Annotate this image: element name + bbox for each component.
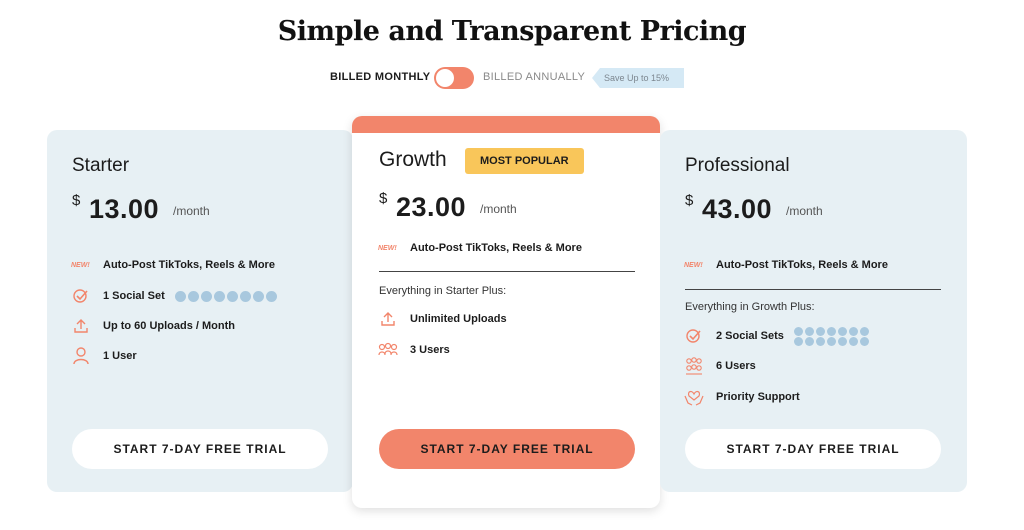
- featured-band: [352, 116, 660, 133]
- feature-autopost: NEW! Auto-Post TikToks, Reels & More: [684, 256, 888, 274]
- starter-plan-card: Starter $ 13.00 /month NEW! Auto-Post Ti…: [47, 130, 353, 492]
- professional-plan-card: Professional $ 43.00 /month NEW! Auto-Po…: [660, 130, 967, 492]
- billed-annually-label[interactable]: BILLED ANNUALLY: [483, 71, 585, 83]
- social-network-icon: [848, 326, 858, 336]
- users-group-icon: [684, 357, 704, 375]
- start-trial-button[interactable]: START 7-DAY FREE TRIAL: [685, 429, 941, 469]
- feature-label: Up to 60 Uploads / Month: [103, 320, 235, 332]
- save-badge: Save Up to 15%: [592, 68, 684, 88]
- upload-icon: [71, 317, 91, 335]
- social-network-icon: [793, 326, 803, 336]
- plan-name: Growth: [379, 148, 447, 171]
- social-network-icon: [815, 326, 825, 336]
- new-tag: NEW!: [378, 244, 397, 252]
- feature-label: Auto-Post TikToks, Reels & More: [410, 242, 582, 254]
- currency-symbol: $: [379, 190, 388, 207]
- feature-label: 1 Social Set: [103, 290, 165, 302]
- check-icon: [71, 287, 91, 305]
- feature-uploads: Unlimited Uploads: [378, 310, 507, 328]
- start-trial-button[interactable]: START 7-DAY FREE TRIAL: [72, 429, 328, 469]
- social-network-icon: [859, 336, 869, 346]
- social-network-icon: [859, 326, 869, 336]
- billing-toggle[interactable]: [434, 67, 474, 89]
- plan-subhead: Everything in Starter Plus:: [379, 285, 507, 297]
- price-period: /month: [173, 204, 210, 218]
- price-amount: 43.00: [702, 194, 773, 224]
- social-network-icon: [187, 290, 199, 302]
- social-network-icon: [213, 290, 225, 302]
- social-network-icon: [265, 290, 277, 302]
- billing-toggle-row: BILLED MONTHLY BILLED ANNUALLY Save Up t…: [0, 66, 1024, 90]
- users-group-icon: [378, 341, 398, 359]
- currency-symbol: $: [72, 192, 81, 209]
- toggle-knob: [436, 69, 454, 87]
- price-period: /month: [480, 202, 517, 216]
- social-network-icon: [837, 326, 847, 336]
- price-amount: 13.00: [89, 194, 160, 224]
- user-icon: [71, 347, 91, 365]
- social-network-icon: [848, 336, 858, 346]
- feature-social-sets: 2 Social Sets: [684, 326, 869, 346]
- social-network-icon: [200, 290, 212, 302]
- social-network-icon: [837, 336, 847, 346]
- social-network-icon: [793, 336, 803, 346]
- start-trial-button[interactable]: START 7-DAY FREE TRIAL: [379, 429, 635, 469]
- plan-name: Professional: [685, 155, 790, 176]
- billed-monthly-label[interactable]: BILLED MONTHLY: [330, 71, 430, 83]
- social-network-icon: [174, 290, 186, 302]
- feature-users: 3 Users: [378, 341, 450, 359]
- upload-icon: [378, 310, 398, 328]
- price-amount: 23.00: [396, 192, 467, 222]
- price-period: /month: [786, 204, 823, 218]
- feature-label: Priority Support: [716, 391, 800, 403]
- divider: [379, 271, 635, 272]
- social-network-icon: [804, 336, 814, 346]
- feature-autopost: NEW! Auto-Post TikToks, Reels & More: [378, 239, 582, 257]
- new-tag: NEW!: [684, 261, 703, 269]
- social-network-icons: [793, 326, 869, 346]
- social-network-icon: [252, 290, 264, 302]
- feature-users: 6 Users: [684, 357, 756, 375]
- social-network-icon: [239, 290, 251, 302]
- check-icon: [684, 327, 704, 345]
- social-network-icon: [226, 290, 238, 302]
- support-hands-icon: [684, 388, 704, 406]
- social-network-icon: [826, 326, 836, 336]
- feature-uploads: Up to 60 Uploads / Month: [71, 317, 235, 335]
- feature-label: 1 User: [103, 350, 137, 362]
- feature-users: 1 User: [71, 347, 137, 365]
- feature-label: Unlimited Uploads: [410, 313, 507, 325]
- social-network-icons: [174, 290, 277, 302]
- social-network-icon: [815, 336, 825, 346]
- growth-plan-card: Growth MOST POPULAR $ 23.00 /month NEW! …: [352, 116, 660, 508]
- feature-label: Auto-Post TikToks, Reels & More: [103, 259, 275, 271]
- new-tag: NEW!: [71, 261, 90, 269]
- feature-label: 6 Users: [716, 360, 756, 372]
- plan-subhead: Everything in Growth Plus:: [685, 301, 815, 313]
- social-network-icon: [826, 336, 836, 346]
- most-popular-badge: MOST POPULAR: [465, 148, 584, 174]
- divider: [685, 289, 941, 290]
- social-network-icon: [804, 326, 814, 336]
- feature-priority-support: Priority Support: [684, 388, 800, 406]
- feature-label: Auto-Post TikToks, Reels & More: [716, 259, 888, 271]
- feature-label: 2 Social Sets: [716, 330, 784, 342]
- feature-label: 3 Users: [410, 344, 450, 356]
- plan-name: Starter: [72, 155, 130, 176]
- feature-autopost: NEW! Auto-Post TikToks, Reels & More: [71, 256, 275, 274]
- feature-social-sets: 1 Social Set: [71, 287, 277, 305]
- page-title: Simple and Transparent Pricing: [277, 16, 747, 47]
- currency-symbol: $: [685, 192, 694, 209]
